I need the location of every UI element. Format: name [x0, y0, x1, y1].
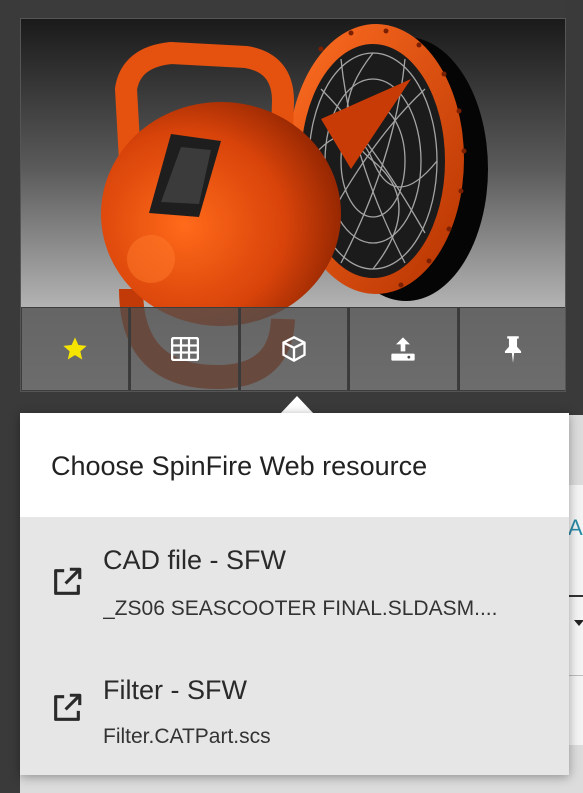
top-bar	[0, 0, 583, 18]
resource-filename: Filter.CATPart.scs	[103, 725, 271, 748]
resource-chooser-popover: Choose SpinFire Web resource CAD file - …	[20, 413, 569, 775]
dropdown-caret-icon[interactable]	[574, 620, 583, 626]
table-button[interactable]	[129, 307, 239, 391]
resource-filename: _ZS06 SEASCOOTER FINAL.SLDASM....	[103, 597, 498, 620]
viewer-toolbar	[21, 307, 565, 391]
3d-model-button[interactable]	[238, 307, 349, 391]
favorite-button[interactable]	[21, 307, 130, 391]
pin-icon	[504, 336, 521, 363]
popover-arrow	[280, 396, 314, 414]
resource-item-cad-file[interactable]: CAD file - SFW _ZS06 SEASCOOTER FINAL.SL…	[20, 517, 569, 637]
upload-button[interactable]	[348, 307, 458, 391]
table-icon	[170, 337, 199, 361]
cube-icon	[282, 336, 306, 363]
left-strip	[0, 0, 20, 793]
3d-viewer[interactable]	[20, 18, 566, 392]
resource-label: Filter - SFW	[103, 675, 247, 705]
background-partial-text: A	[568, 515, 583, 540]
right-strip	[566, 0, 583, 420]
upload-icon	[391, 337, 416, 361]
pin-button[interactable]	[457, 307, 565, 391]
external-link-icon	[54, 693, 82, 721]
popover-title: Choose SpinFire Web resource	[51, 451, 428, 481]
resource-label: CAD file - SFW	[103, 545, 287, 575]
resource-item-filter[interactable]: Filter - SFW Filter.CATPart.scs	[20, 647, 569, 767]
popover-header: Choose SpinFire Web resource	[20, 413, 569, 517]
star-icon	[63, 337, 87, 360]
external-link-icon	[54, 567, 82, 595]
